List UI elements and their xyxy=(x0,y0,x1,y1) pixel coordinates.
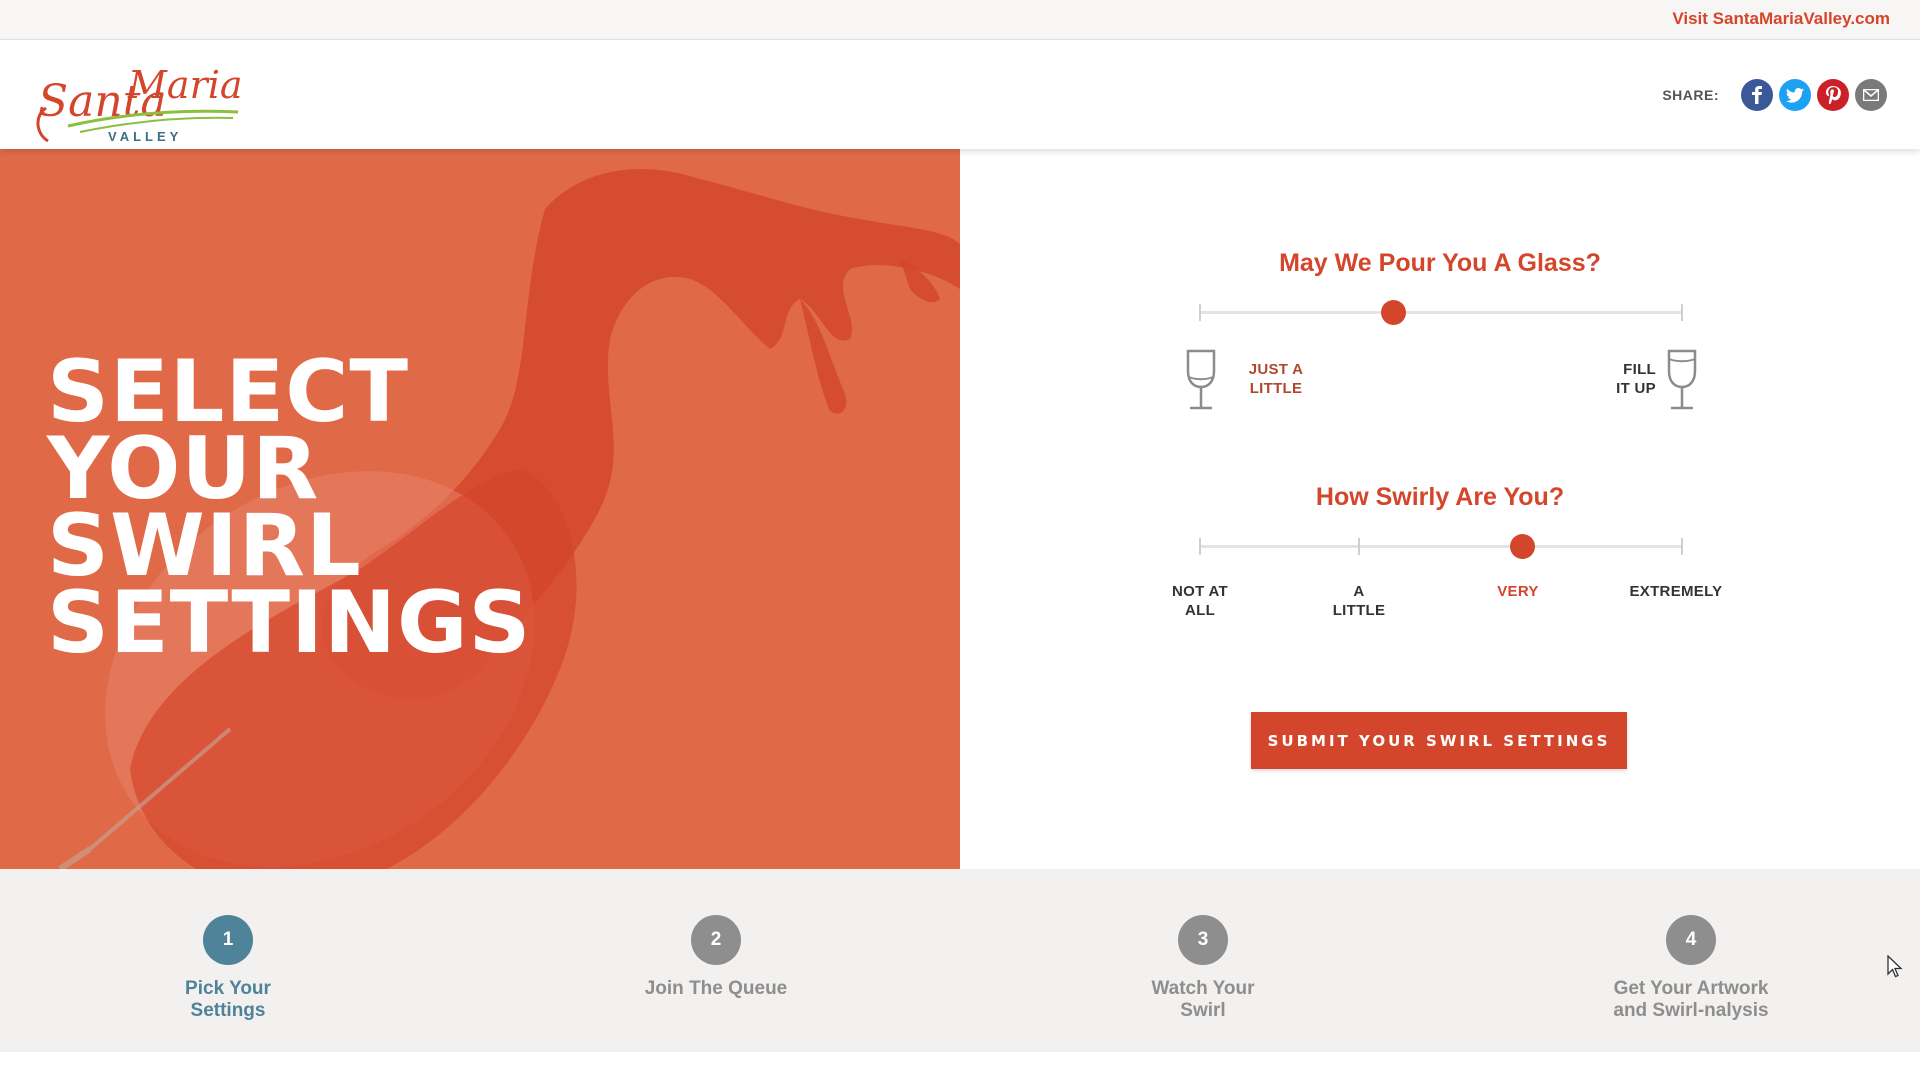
pour-min-label-line: LITTLE xyxy=(1249,380,1303,397)
pour-min-label: JUST A LITTLE xyxy=(1236,360,1316,398)
pour-slider-tick xyxy=(1199,304,1201,321)
step-label: Watch Your Swirl xyxy=(1073,978,1333,1022)
wine-glass-small-icon xyxy=(1186,349,1216,410)
swirl-option-line: NOT AT xyxy=(1172,583,1228,600)
pour-max-label-line: IT UP xyxy=(1616,380,1656,397)
step-label: Join The Queue xyxy=(586,978,846,1000)
pour-slider-track[interactable] xyxy=(1199,311,1683,314)
pinterest-icon[interactable] xyxy=(1817,79,1849,111)
step-get-artwork: 4 Get Your Artwork and Swirl-nalysis xyxy=(1561,915,1821,1022)
step-number-badge: 1 xyxy=(203,915,253,965)
step-label-line: Watch Your xyxy=(1151,978,1255,999)
pour-slider[interactable] xyxy=(1199,293,1683,333)
step-pick-settings: 1 Pick Your Settings xyxy=(98,915,358,1022)
swirl-slider-tick xyxy=(1681,538,1683,555)
submit-swirl-settings-button[interactable]: SUBMIT YOUR SWIRL SETTINGS xyxy=(1251,712,1627,769)
swirl-option-line: VERY xyxy=(1497,583,1539,600)
logo-word-maria: Maria xyxy=(127,63,243,107)
twitter-icon[interactable] xyxy=(1779,79,1811,111)
swirl-option-line: ALL xyxy=(1184,602,1216,619)
swirl-slider-tick xyxy=(1199,538,1201,555)
swirl-option-line: LITTLE xyxy=(1332,602,1386,619)
step-label-line: Settings xyxy=(190,1000,266,1021)
step-label: Pick Your Settings xyxy=(98,978,358,1022)
swirl-slider-track[interactable] xyxy=(1199,545,1683,548)
hero-title-line: SETTINGS xyxy=(47,573,532,673)
site-header: Santa Maria VALLEY SHARE: xyxy=(0,40,1920,149)
swirl-option-very[interactable]: VERY xyxy=(1458,582,1578,601)
step-number-badge: 4 xyxy=(1666,915,1716,965)
swirl-slider[interactable] xyxy=(1199,527,1683,567)
pour-slider-thumb[interactable] xyxy=(1380,300,1406,325)
step-number-badge: 2 xyxy=(691,915,741,965)
swirl-option-not-at-all[interactable]: NOT AT ALL xyxy=(1140,582,1260,620)
mouse-pointer-icon xyxy=(1887,955,1903,978)
step-label-line: Swirl xyxy=(1180,1000,1226,1021)
step-join-queue: 2 Join The Queue xyxy=(586,915,846,1000)
step-number-badge: 3 xyxy=(1178,915,1228,965)
swirl-option-line: EXTREMELY xyxy=(1629,583,1723,600)
step-watch-swirl: 3 Watch Your Swirl xyxy=(1073,915,1333,1022)
pour-question: May We Pour You A Glass? xyxy=(1279,249,1601,277)
facebook-icon[interactable] xyxy=(1741,79,1773,111)
swirl-question: How Swirly Are You? xyxy=(1315,483,1565,511)
top-bar: Visit SantaMariaValley.com xyxy=(0,0,1920,40)
swirl-slider-thumb[interactable] xyxy=(1510,534,1535,559)
hero-title: SELECT YOUR SWIRL SETTINGS xyxy=(47,349,532,673)
share-bar: SHARE: xyxy=(1662,79,1887,111)
wine-glass-full-icon xyxy=(1667,349,1697,410)
email-icon[interactable] xyxy=(1855,79,1887,111)
step-label-line: Pick Your xyxy=(185,978,271,999)
pour-max-label-line: FILL xyxy=(1623,361,1656,378)
pour-slider-tick xyxy=(1681,304,1683,321)
pour-min-label-line: JUST A xyxy=(1248,361,1304,378)
share-label: SHARE: xyxy=(1662,87,1719,103)
swirl-option-a-little[interactable]: A LITTLE xyxy=(1299,582,1419,620)
settings-panel: May We Pour You A Glass? JUST A LITTLE F… xyxy=(960,149,1920,869)
step-label: Get Your Artwork and Swirl-nalysis xyxy=(1561,978,1821,1022)
pour-max-label: FILL IT UP xyxy=(1596,360,1656,398)
logo-word-valley: VALLEY xyxy=(108,129,182,144)
visit-site-link[interactable]: Visit SantaMariaValley.com xyxy=(1672,9,1890,29)
step-label-line: Get Your Artwork xyxy=(1613,978,1769,999)
progress-steps: 1 Pick Your Settings 2 Join The Queue 3 … xyxy=(0,869,1920,1052)
step-label-line: Join The Queue xyxy=(644,978,788,999)
swirl-option-line: A xyxy=(1353,583,1365,600)
santa-maria-valley-logo[interactable]: Santa Maria VALLEY xyxy=(28,46,243,146)
swirl-option-extremely[interactable]: EXTREMELY xyxy=(1606,582,1746,601)
step-label-line: and Swirl-nalysis xyxy=(1613,1000,1769,1021)
swirl-slider-tick xyxy=(1358,538,1360,555)
hero-panel: SELECT YOUR SWIRL SETTINGS xyxy=(0,149,960,869)
